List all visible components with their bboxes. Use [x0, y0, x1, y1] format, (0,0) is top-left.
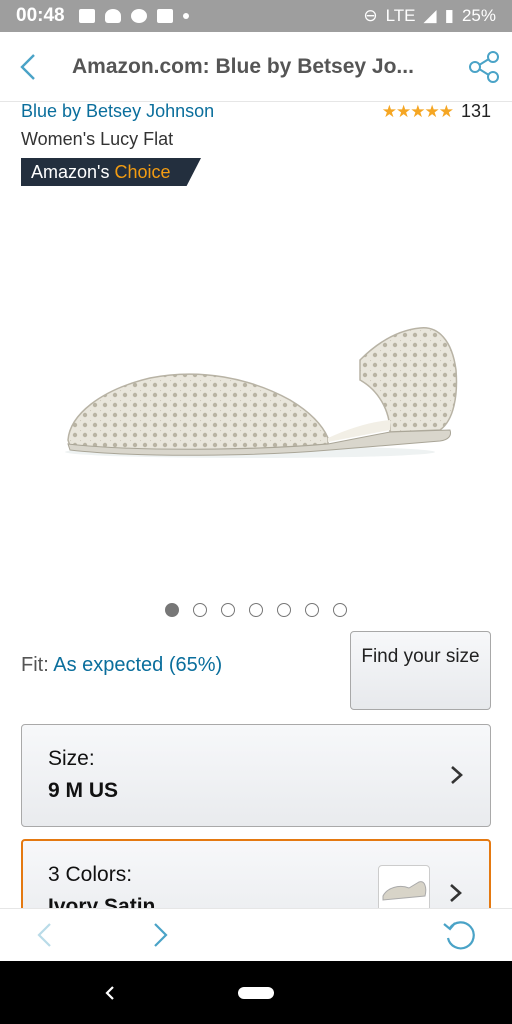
fit-label: Fit:: [21, 654, 49, 676]
back-button[interactable]: [0, 32, 56, 102]
carousel-dot[interactable]: [249, 603, 263, 617]
carousel-dot[interactable]: [305, 603, 319, 617]
badge-highlight: Choice: [114, 161, 171, 182]
rating[interactable]: ★★★★★ 131: [382, 101, 491, 122]
chevron-right-icon: [450, 884, 462, 902]
product-name: Women's Lucy Flat: [21, 129, 174, 149]
find-your-size-button[interactable]: Find your size: [350, 631, 491, 710]
battery-level: 25%: [461, 6, 496, 25]
status-bar: 00:48 ⊖ LTE ◢ ▮ 25%: [0, 0, 512, 32]
dnd-icon: ⊖: [363, 6, 378, 25]
browser-navigation-bar: [0, 908, 512, 961]
fit-value-link[interactable]: As expected (65%): [53, 654, 222, 676]
brand-link[interactable]: Blue by Betsey Johnson: [21, 101, 214, 122]
carousel-dot[interactable]: [333, 603, 347, 617]
carousel-dot[interactable]: [193, 603, 207, 617]
refresh-icon[interactable]: [440, 918, 480, 952]
size-value: 9 M US: [48, 779, 119, 802]
clock: 00:48: [16, 5, 65, 26]
page-title: Amazon.com: Blue by Betsey Jo...: [72, 54, 414, 78]
network-type: LTE: [385, 6, 416, 25]
system-navigation-bar: [0, 961, 512, 1024]
signal-icon: ◢: [423, 6, 437, 25]
carousel-dot[interactable]: [221, 603, 235, 617]
star-rating-icon: ★★★★★: [381, 101, 454, 121]
carousel-dot[interactable]: [165, 603, 179, 617]
size-label: Size:: [48, 747, 95, 770]
app-notification-icon: [104, 9, 121, 23]
screenshot-notification-icon: [156, 9, 173, 23]
more-notifications-icon: [182, 13, 189, 19]
battery-icon: ▮: [444, 6, 454, 25]
rating-count: 131: [460, 101, 491, 121]
product-image[interactable]: [60, 320, 460, 460]
image-notification-icon: [78, 9, 95, 23]
badge-prefix: Amazon's: [31, 161, 110, 182]
sync-notification-icon: [130, 9, 147, 23]
system-back-icon[interactable]: [100, 983, 120, 1003]
amazons-choice-badge: Amazon's Choice: [21, 158, 201, 186]
chevron-right-icon: [451, 766, 463, 784]
size-selector[interactable]: Size: 9 M US: [21, 724, 491, 827]
share-button[interactable]: [456, 32, 512, 102]
app-header: Amazon.com: Blue by Betsey Jo...: [0, 32, 512, 102]
fit-info: Fit: As expected (65%): [21, 654, 222, 677]
chevron-left-icon: [20, 53, 35, 80]
color-label: 3 Colors:: [48, 863, 133, 886]
system-home-button[interactable]: [238, 987, 274, 999]
shoe-thumbnail-icon: [382, 881, 427, 901]
status-right: ⊖ LTE ◢ ▮ 25%: [363, 6, 496, 26]
notification-icons: [78, 9, 189, 23]
back-arrow-icon[interactable]: [32, 921, 60, 949]
carousel-dot[interactable]: [277, 603, 291, 617]
image-carousel-dots: [0, 603, 512, 617]
share-icon: [469, 50, 499, 83]
forward-arrow-icon[interactable]: [145, 921, 173, 949]
